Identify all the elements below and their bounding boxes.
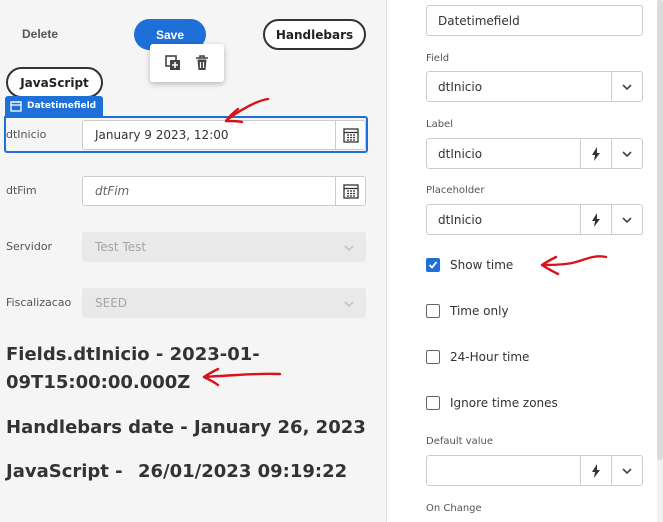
- hour24-option[interactable]: 24-Hour time: [426, 350, 529, 364]
- chevron-down-icon[interactable]: [611, 72, 642, 101]
- dtinicio-input[interactable]: January 9 2023, 12:00: [82, 120, 366, 150]
- placeholder-property-label: Placeholder: [426, 185, 485, 196]
- calendar-icon: [10, 101, 22, 112]
- selected-element-label: Datetimefield: [27, 101, 97, 111]
- output-javascript-date: 26/01/2023 09:19:22: [138, 461, 348, 482]
- hour24-label: 24-Hour time: [450, 350, 530, 364]
- handlebars-button[interactable]: Handlebars: [263, 19, 366, 50]
- delete-button[interactable]: Delete: [22, 27, 58, 41]
- output-javascript-prefix: JavaScript -: [6, 461, 123, 482]
- element-name-input[interactable]: Datetimefield: [426, 5, 643, 36]
- label-input-value: dtInicio: [438, 146, 483, 161]
- placeholder-input-value: dtInicio: [438, 212, 483, 227]
- javascript-button[interactable]: JavaScript: [6, 67, 103, 98]
- dtinicio-value: January 9 2023, 12:00: [95, 128, 229, 142]
- default-value-label: Default value: [426, 436, 494, 447]
- ignore-timezones-checkbox[interactable]: [426, 396, 440, 410]
- ignore-timezones-label: Ignore time zones: [450, 396, 558, 410]
- servidor-value: Test Test: [95, 240, 147, 254]
- field-label-servidor: Servidor: [6, 240, 53, 253]
- field-select[interactable]: dtInicio: [426, 71, 643, 102]
- output-fields-line2: 09T15:00:00.000Z: [6, 372, 191, 393]
- scrollbar-thumb[interactable]: [657, 0, 663, 460]
- scrollbar-track[interactable]: [657, 0, 663, 522]
- dtfim-input[interactable]: dtFim: [82, 176, 366, 206]
- dtfim-placeholder: dtFim: [95, 184, 130, 198]
- show-time-checkbox[interactable]: [426, 258, 440, 272]
- show-time-label: Show time: [450, 258, 514, 272]
- chevron-down-icon: [344, 301, 354, 308]
- selected-element-tag: Datetimefield: [5, 96, 103, 116]
- calendar-icon[interactable]: [335, 177, 365, 205]
- output-handlebars-date: Handlebars date - January 26, 2023: [6, 417, 366, 438]
- fiscalizacao-select: SEED: [82, 288, 366, 318]
- element-name-value: Datetimefield: [438, 13, 520, 28]
- time-only-option[interactable]: Time only: [426, 304, 509, 318]
- lightning-icon[interactable]: [580, 456, 611, 485]
- calendar-icon[interactable]: [335, 121, 365, 149]
- field-label-dtinicio: dtInicio: [6, 128, 47, 141]
- chevron-down-icon[interactable]: [611, 456, 642, 485]
- element-actions-popover: [150, 44, 224, 82]
- time-only-checkbox[interactable]: [426, 304, 440, 318]
- on-change-label: On Change: [426, 503, 482, 514]
- field-property-label: Field: [426, 53, 450, 64]
- chevron-down-icon: [344, 245, 354, 252]
- copy-icon[interactable]: [165, 55, 181, 71]
- lightning-icon[interactable]: [580, 139, 611, 168]
- fiscalizacao-value: SEED: [95, 296, 128, 310]
- chevron-down-icon[interactable]: [611, 205, 642, 234]
- show-time-option[interactable]: Show time: [426, 258, 513, 272]
- ignore-timezones-option[interactable]: Ignore time zones: [426, 396, 558, 410]
- field-label-fiscalizacao: Fiscalizacao: [6, 296, 72, 309]
- label-input[interactable]: dtInicio: [426, 138, 643, 169]
- trash-icon[interactable]: [195, 55, 209, 71]
- label-property-label: Label: [426, 119, 453, 130]
- output-fields-line1: Fields.dtInicio - 2023-01-: [6, 344, 260, 365]
- placeholder-input[interactable]: dtInicio: [426, 204, 643, 235]
- field-label-dtfim: dtFim: [6, 184, 37, 197]
- default-value-input[interactable]: [426, 455, 643, 486]
- field-select-value: dtInicio: [438, 79, 483, 94]
- chevron-down-icon[interactable]: [611, 139, 642, 168]
- lightning-icon[interactable]: [580, 205, 611, 234]
- hour24-checkbox[interactable]: [426, 350, 440, 364]
- time-only-label: Time only: [450, 304, 509, 318]
- servidor-select: Test Test: [82, 232, 366, 262]
